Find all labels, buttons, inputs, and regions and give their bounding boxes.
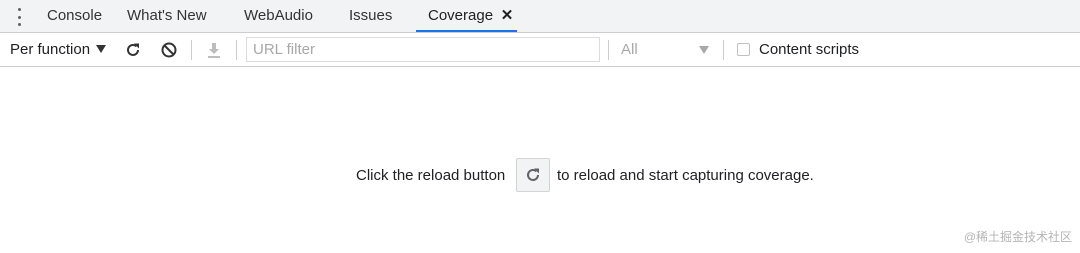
watermark: @稀土掘金技术社区 bbox=[963, 230, 1072, 244]
chevron-down-icon[interactable] bbox=[96, 45, 106, 53]
tab-console[interactable]: Console bbox=[47, 0, 102, 32]
close-tab-icon[interactable]: ✕ bbox=[500, 7, 514, 25]
download-icon[interactable] bbox=[205, 41, 223, 59]
tab-webaudio[interactable]: WebAudio bbox=[244, 0, 313, 32]
toolbar-divider bbox=[723, 40, 724, 60]
content-scripts-checkbox[interactable] bbox=[737, 43, 750, 56]
start-recording-reload-button[interactable] bbox=[516, 158, 550, 192]
tab-coverage[interactable]: Coverage bbox=[428, 0, 493, 32]
tab-bar: Console What's New WebAudio Issues Cover… bbox=[0, 0, 1080, 33]
coverage-toolbar: Per function All Content scripts bbox=[0, 33, 1080, 67]
clear-icon[interactable] bbox=[160, 41, 178, 59]
toolbar-divider bbox=[236, 40, 237, 60]
toolbar-divider bbox=[608, 40, 609, 60]
content-scripts-label[interactable]: Content scripts bbox=[759, 33, 859, 66]
landing-message-after: to reload and start capturing coverage. bbox=[557, 167, 814, 184]
reload-icon bbox=[527, 168, 539, 181]
chevron-down-icon[interactable] bbox=[699, 46, 709, 54]
toolbar-divider bbox=[191, 40, 192, 60]
resource-type-select[interactable]: All bbox=[621, 33, 638, 66]
tab-whats-new[interactable]: What's New bbox=[127, 0, 207, 32]
coverage-landing-panel: Click the reload button to reload and st… bbox=[0, 67, 1080, 253]
more-tabs-menu-icon[interactable] bbox=[12, 7, 26, 27]
tab-issues[interactable]: Issues bbox=[349, 0, 392, 32]
url-filter-input[interactable] bbox=[246, 37, 600, 62]
reload-icon[interactable] bbox=[124, 41, 142, 59]
active-tab-indicator bbox=[416, 30, 517, 32]
coverage-type-select[interactable]: Per function bbox=[10, 33, 90, 66]
landing-message-before: Click the reload button bbox=[356, 167, 506, 184]
